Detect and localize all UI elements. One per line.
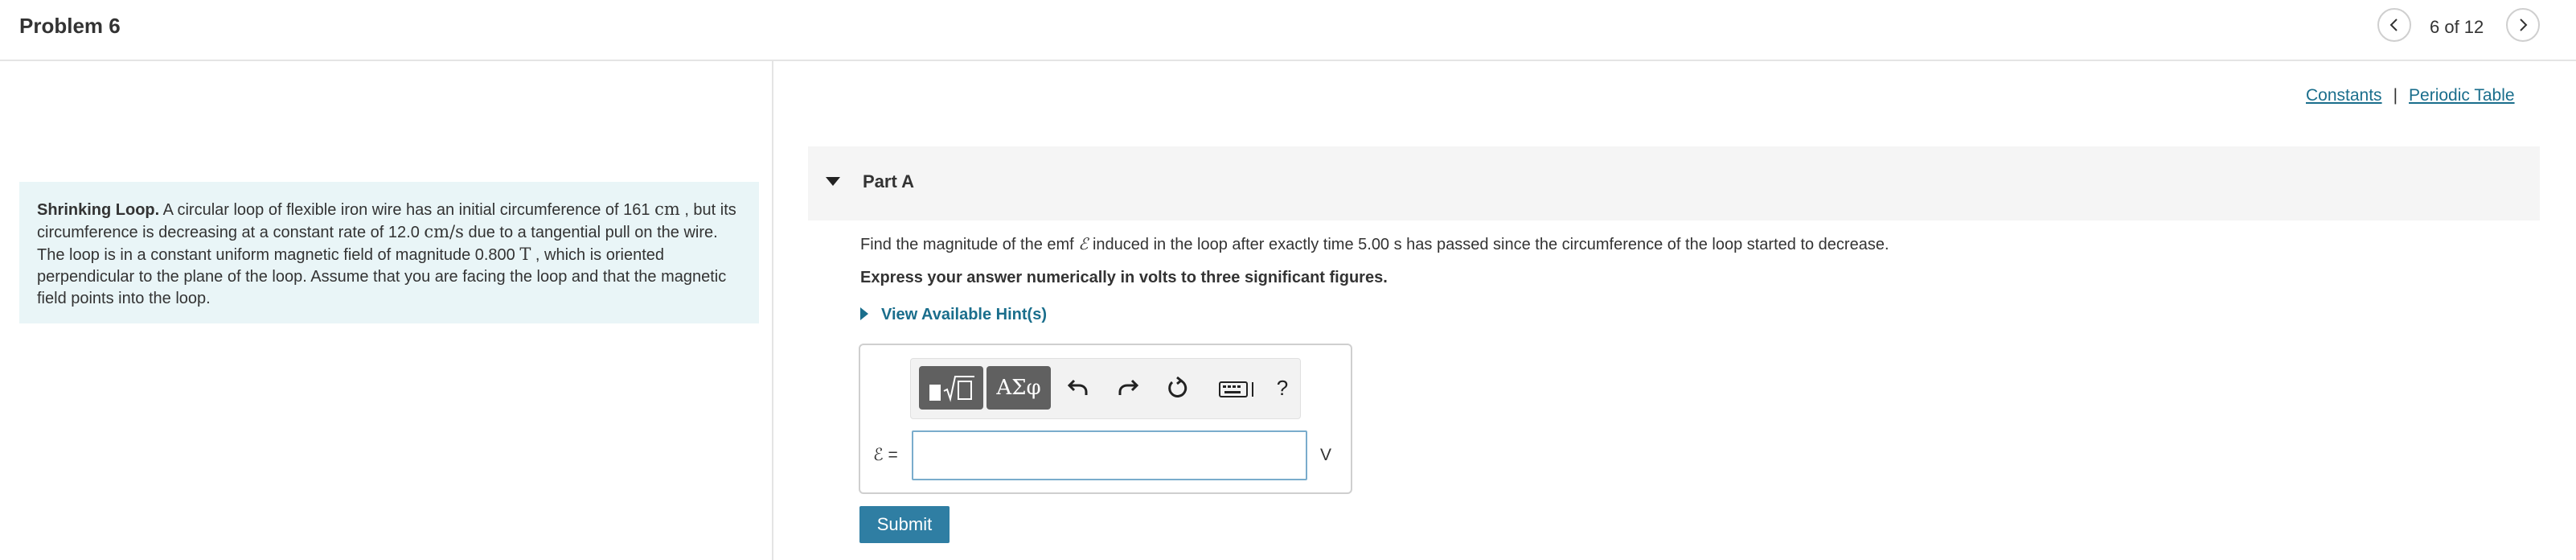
view-hints-link[interactable]: View Available Hint(s) [860,303,1047,327]
question-text-2: induced in the loop after exactly time 5… [1088,236,1889,253]
unit-cm: cm [654,200,680,219]
caret-right-icon [860,307,868,320]
page-counter: 6 of 12 [2430,17,2484,37]
answer-instruction: Express your answer numerically in volts… [860,269,1388,286]
next-problem-button[interactable] [2506,8,2540,42]
question-text: Find the magnitude of the emf ℰ induced … [860,232,1889,257]
reset-button[interactable] [1163,373,1192,402]
chevron-left-icon [2389,19,2398,31]
answer-panel: ΑΣφ ? ℰ = V [859,344,1352,494]
answer-unit-label: V [1320,446,1332,464]
answer-variable-label: ℰ = [873,446,898,464]
constants-link[interactable]: Constants [2306,86,2382,105]
caret-down-icon [826,177,840,186]
help-icon: ? [1276,375,1289,400]
unit-cm-per-s: cm/s [424,222,464,241]
keyboard-icon [1219,381,1253,397]
intro-text-1: A circular loop of flexible iron wire ha… [159,201,655,219]
redo-icon [1118,379,1139,395]
redo-button[interactable] [1114,373,1142,402]
unit-tesla: T [519,245,531,264]
keyboard-button[interactable] [1218,373,1257,402]
problem-intro-pane: Shrinking Loop. A circular loop of flexi… [0,61,773,560]
templates-button[interactable] [919,366,983,410]
question-text-1: Find the magnitude of the emf [860,236,1079,253]
hint-label: View Available Hint(s) [881,306,1047,323]
help-button[interactable]: ? [1268,373,1297,402]
periodic-table-link[interactable]: Periodic Table [2409,86,2515,105]
link-separator: | [2393,86,2398,105]
undo-icon [1067,379,1088,395]
templates-icon [929,376,974,402]
header-bar: Problem 6 6 of 12 [0,0,2576,61]
part-a-header[interactable]: Part A [808,146,2540,220]
math-toolbar: ΑΣφ ? [910,358,1301,419]
previous-problem-button[interactable] [2377,8,2411,42]
problem-intro-text: Shrinking Loop. A circular loop of flexi… [19,182,759,323]
emf-symbol: ℰ [1078,234,1089,253]
greek-letters-button[interactable]: ΑΣφ [987,366,1051,410]
submit-button[interactable]: Submit [859,506,950,543]
chevron-right-icon [2520,19,2528,31]
undo-button[interactable] [1064,373,1093,402]
answer-input[interactable] [912,430,1307,480]
problem-title: Problem 6 [19,14,121,38]
greek-letters-icon: ΑΣφ [996,376,1041,400]
intro-title: Shrinking Loop. [37,201,160,219]
part-a-label: Part A [863,171,914,191]
resource-links: Constants | Periodic Table [2306,86,2515,105]
reset-icon [1168,376,1188,397]
